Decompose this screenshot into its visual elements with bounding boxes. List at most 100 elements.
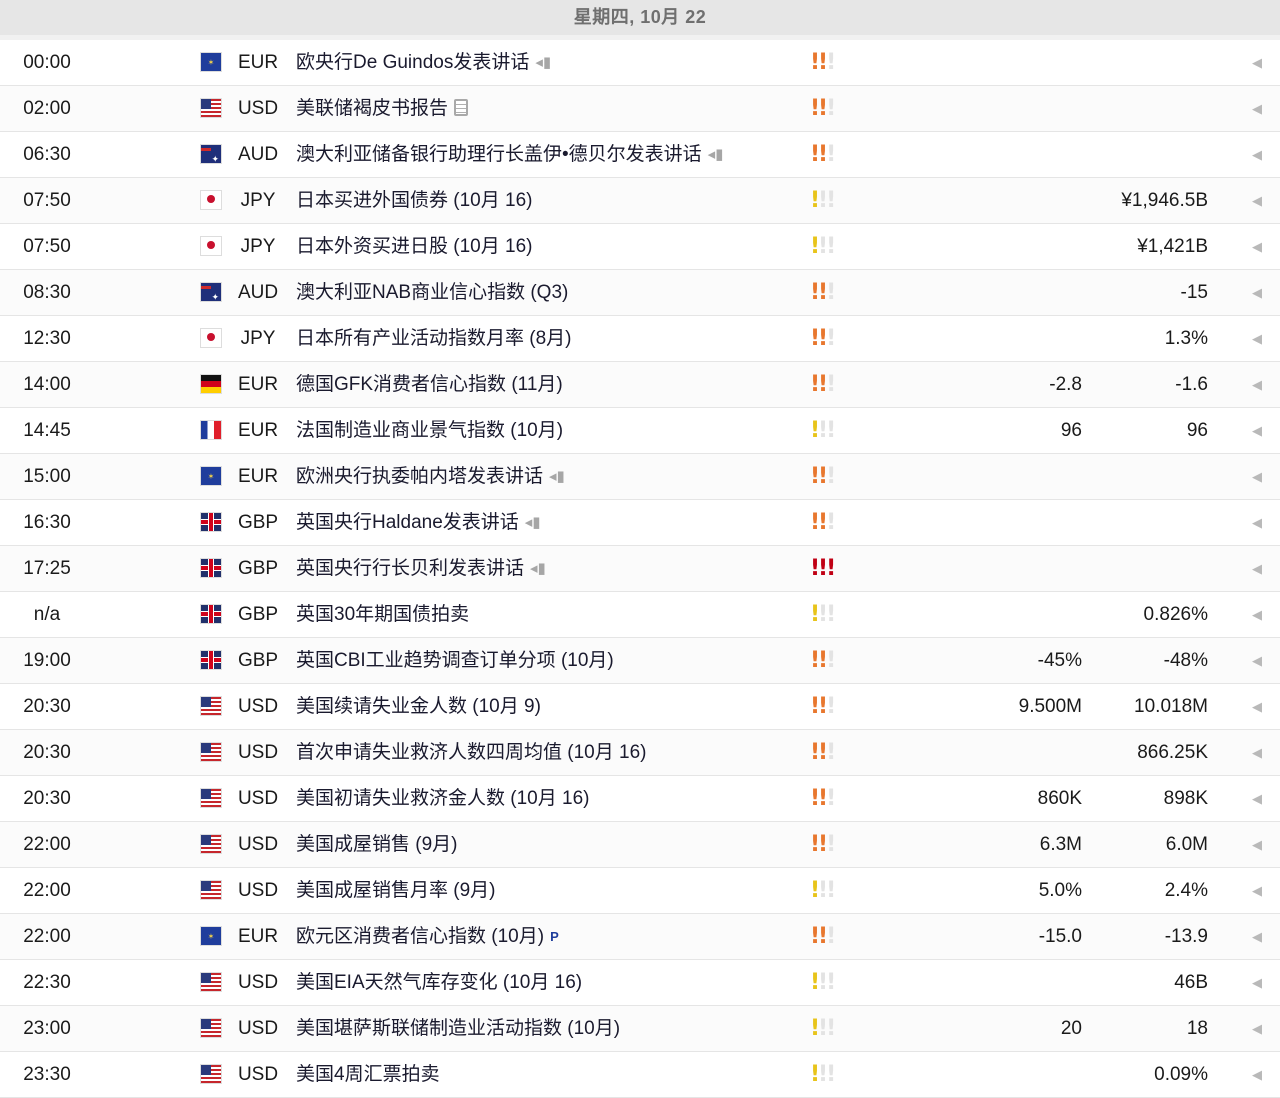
event-title[interactable]: 首次申请失业救济人数四周均值 (10月 16) (296, 742, 646, 763)
table-row[interactable]: 22:00 ✶ EUR 欧元区消费者信心指数 (10月) P!!! -15.0 -13.9 ◀ (0, 914, 1280, 960)
event-title-cell[interactable]: 美国续请失业金人数 (10月 9) (296, 684, 796, 729)
table-row[interactable]: 23:00 USD 美国堪萨斯联储制造业活动指数 (10月)!!! 20 18 ◀ (0, 1006, 1280, 1052)
event-title-cell[interactable]: 日本买进外国债券 (10月 16) (296, 178, 796, 223)
event-title[interactable]: 欧洲央行执委帕内塔发表讲话 (296, 466, 543, 487)
expand-arrow-icon[interactable]: ◀ (1250, 1052, 1264, 1097)
expand-arrow-icon[interactable]: ◀ (1250, 546, 1264, 591)
event-title[interactable]: 日本买进外国债券 (10月 16) (296, 190, 532, 211)
table-row[interactable]: 00:00 ✶ EUR 欧央行De Guindos发表讲话 ◂▮!!! ◀ (0, 40, 1280, 86)
event-title-cell[interactable]: 欧元区消费者信心指数 (10月) P (296, 914, 796, 959)
table-row[interactable]: 12:30 JPY 日本所有产业活动指数月率 (8月)!!! 1.3% ◀ (0, 316, 1280, 362)
table-row[interactable]: n/a GBP 英国30年期国债拍卖!!! 0.826% ◀ (0, 592, 1280, 638)
event-title[interactable]: 德国GFK消费者信心指数 (11月) (296, 374, 563, 395)
event-title-cell[interactable]: 法国制造业商业景气指数 (10月) (296, 408, 796, 453)
table-row[interactable]: 02:00 USD 美联储褐皮书报告!!! ◀ (0, 86, 1280, 132)
event-title-cell[interactable]: 美国EIA天然气库存变化 (10月 16) (296, 960, 796, 1005)
event-title[interactable]: 欧央行De Guindos发表讲话 (296, 52, 529, 73)
event-title-cell[interactable]: 美国成屋销售月率 (9月) (296, 868, 796, 913)
expand-arrow-icon[interactable]: ◀ (1250, 592, 1264, 637)
event-title-cell[interactable]: 德国GFK消费者信心指数 (11月) (296, 362, 796, 407)
expand-arrow-icon[interactable]: ◀ (1250, 684, 1264, 729)
event-title[interactable]: 澳大利亚储备银行助理行长盖伊•德贝尔发表讲话 (296, 144, 702, 165)
event-title[interactable]: 日本所有产业活动指数月率 (8月) (296, 328, 572, 349)
table-row[interactable]: 15:00 ✶ EUR 欧洲央行执委帕内塔发表讲话 ◂▮!!! ◀ (0, 454, 1280, 500)
event-title-cell[interactable]: 美国初请失业救济金人数 (10月 16) (296, 776, 796, 821)
table-row[interactable]: 17:25 GBP 英国央行行长贝利发表讲话 ◂▮!!! ◀ (0, 546, 1280, 592)
event-title[interactable]: 美国成屋销售 (9月) (296, 834, 458, 855)
impact-bang-icon: ! (810, 878, 820, 903)
event-title[interactable]: 法国制造业商业景气指数 (10月) (296, 420, 563, 441)
table-row[interactable]: 22:30 USD 美国EIA天然气库存变化 (10月 16)!!! 46B ◀ (0, 960, 1280, 1006)
expand-arrow-icon[interactable]: ◀ (1250, 822, 1264, 867)
table-row[interactable]: 20:30 USD 美国续请失业金人数 (10月 9)!!! 9.500M 10.018… (0, 684, 1280, 730)
expand-arrow-icon[interactable]: ◀ (1250, 40, 1264, 85)
event-title-cell[interactable]: 澳大利亚NAB商业信心指数 (Q3) (296, 270, 796, 315)
event-title-cell[interactable]: 首次申请失业救济人数四周均值 (10月 16) (296, 730, 796, 775)
event-title-cell[interactable]: 英国央行Haldane发表讲话 ◂▮ (296, 500, 796, 545)
event-title[interactable]: 美国堪萨斯联储制造业活动指数 (10月) (296, 1018, 620, 1039)
event-title[interactable]: 英国30年期国债拍卖 (296, 604, 469, 625)
event-title-cell[interactable]: 英国30年期国债拍卖 (296, 592, 796, 637)
event-title[interactable]: 美国续请失业金人数 (10月 9) (296, 696, 541, 717)
event-title-cell[interactable]: 澳大利亚储备银行助理行长盖伊•德贝尔发表讲话 ◂▮ (296, 132, 796, 177)
event-title-cell[interactable]: 英国CBI工业趋势调查订单分项 (10月) (296, 638, 796, 683)
impact-bang-icon: ! (826, 50, 836, 75)
expand-arrow-icon[interactable]: ◀ (1250, 408, 1264, 453)
event-title[interactable]: 欧元区消费者信心指数 (10月) (296, 926, 544, 947)
table-row[interactable]: 19:00 GBP 英国CBI工业趋势调查订单分项 (10月)!!! -45% -48%… (0, 638, 1280, 684)
expand-arrow-icon[interactable]: ◀ (1250, 178, 1264, 223)
event-title-cell[interactable]: 欧央行De Guindos发表讲话 ◂▮ (296, 40, 796, 85)
event-title[interactable]: 澳大利亚NAB商业信心指数 (Q3) (296, 282, 568, 303)
expand-arrow-icon[interactable]: ◀ (1250, 132, 1264, 177)
event-title-cell[interactable]: 英国央行行长贝利发表讲话 ◂▮ (296, 546, 796, 591)
table-row[interactable]: 20:30 USD 美国初请失业救济金人数 (10月 16)!!! 860K 898K ◀ (0, 776, 1280, 822)
expand-arrow-icon[interactable]: ◀ (1250, 224, 1264, 269)
event-title[interactable]: 美国初请失业救济金人数 (10月 16) (296, 788, 589, 809)
table-row[interactable]: 08:30 AUD 澳大利亚NAB商业信心指数 (Q3)!!! -15 ◀ (0, 270, 1280, 316)
event-title[interactable]: 美国EIA天然气库存变化 (10月 16) (296, 972, 582, 993)
table-row[interactable]: 14:00 EUR 德国GFK消费者信心指数 (11月)!!! -2.8 -1.6 ◀ (0, 362, 1280, 408)
expand-arrow-icon[interactable]: ◀ (1250, 362, 1264, 407)
event-title[interactable]: 英国央行行长贝利发表讲话 (296, 558, 524, 579)
table-row[interactable]: 16:30 GBP 英国央行Haldane发表讲话 ◂▮!!! ◀ (0, 500, 1280, 546)
impact-bang-icon: ! (826, 280, 836, 305)
table-row[interactable]: 14:45 EUR 法国制造业商业景气指数 (10月)!!! 96 96 ◀ (0, 408, 1280, 454)
impact-bang-icon: ! (810, 50, 820, 75)
expand-arrow-icon[interactable]: ◀ (1250, 1006, 1264, 1051)
event-title[interactable]: 日本外资买进日股 (10月 16) (296, 236, 532, 257)
event-title-cell[interactable]: 美联储褐皮书报告 (296, 86, 796, 131)
expand-arrow-icon[interactable]: ◀ (1250, 638, 1264, 683)
event-title[interactable]: 美国4周汇票拍卖 (296, 1064, 440, 1085)
event-title[interactable]: 英国CBI工业趋势调查订单分项 (10月) (296, 650, 614, 671)
event-title-cell[interactable]: 日本所有产业活动指数月率 (8月) (296, 316, 796, 361)
event-title-cell[interactable]: 美国堪萨斯联储制造业活动指数 (10月) (296, 1006, 796, 1051)
expand-arrow-icon[interactable]: ◀ (1250, 454, 1264, 499)
report-icon (454, 99, 469, 116)
expand-arrow-icon[interactable]: ◀ (1250, 86, 1264, 131)
event-title-cell[interactable]: 欧洲央行执委帕内塔发表讲话 ◂▮ (296, 454, 796, 499)
expand-arrow-icon[interactable]: ◀ (1250, 960, 1264, 1005)
expand-arrow-icon[interactable]: ◀ (1250, 500, 1264, 545)
event-title[interactable]: 美联储褐皮书报告 (296, 98, 448, 119)
event-title[interactable]: 英国央行Haldane发表讲话 (296, 512, 519, 533)
expand-arrow-icon[interactable]: ◀ (1250, 270, 1264, 315)
impact-indicator: !!! (810, 914, 850, 959)
event-title-cell[interactable]: 美国4周汇票拍卖 (296, 1052, 796, 1097)
expand-arrow-icon[interactable]: ◀ (1250, 316, 1264, 361)
table-row[interactable]: 22:00 USD 美国成屋销售月率 (9月)!!! 5.0% 2.4% ◀ (0, 868, 1280, 914)
event-title-cell[interactable]: 美国成屋销售 (9月) (296, 822, 796, 867)
table-row[interactable]: 06:30 AUD 澳大利亚储备银行助理行长盖伊•德贝尔发表讲话 ◂▮!!! ◀ (0, 132, 1280, 178)
impact-indicator: !!! (810, 454, 850, 499)
table-row[interactable]: 07:50 JPY 日本买进外国债券 (10月 16)!!! ¥1,946.5B ◀ (0, 178, 1280, 224)
table-row[interactable]: 22:00 USD 美国成屋销售 (9月)!!! 6.3M 6.0M ◀ (0, 822, 1280, 868)
expand-arrow-icon[interactable]: ◀ (1250, 914, 1264, 959)
event-currency: EUR (237, 420, 279, 441)
table-row[interactable]: 23:30 USD 美国4周汇票拍卖!!! 0.09% ◀ (0, 1052, 1280, 1098)
expand-arrow-icon[interactable]: ◀ (1250, 776, 1264, 821)
expand-arrow-icon[interactable]: ◀ (1250, 868, 1264, 913)
event-title-cell[interactable]: 日本外资买进日股 (10月 16) (296, 224, 796, 269)
event-title[interactable]: 美国成屋销售月率 (9月) (296, 880, 496, 901)
table-row[interactable]: 20:30 USD 首次申请失业救济人数四周均值 (10月 16)!!! 866.25… (0, 730, 1280, 776)
table-row[interactable]: 07:50 JPY 日本外资买进日股 (10月 16)!!! ¥1,421B ◀ (0, 224, 1280, 270)
expand-arrow-icon[interactable]: ◀ (1250, 730, 1264, 775)
